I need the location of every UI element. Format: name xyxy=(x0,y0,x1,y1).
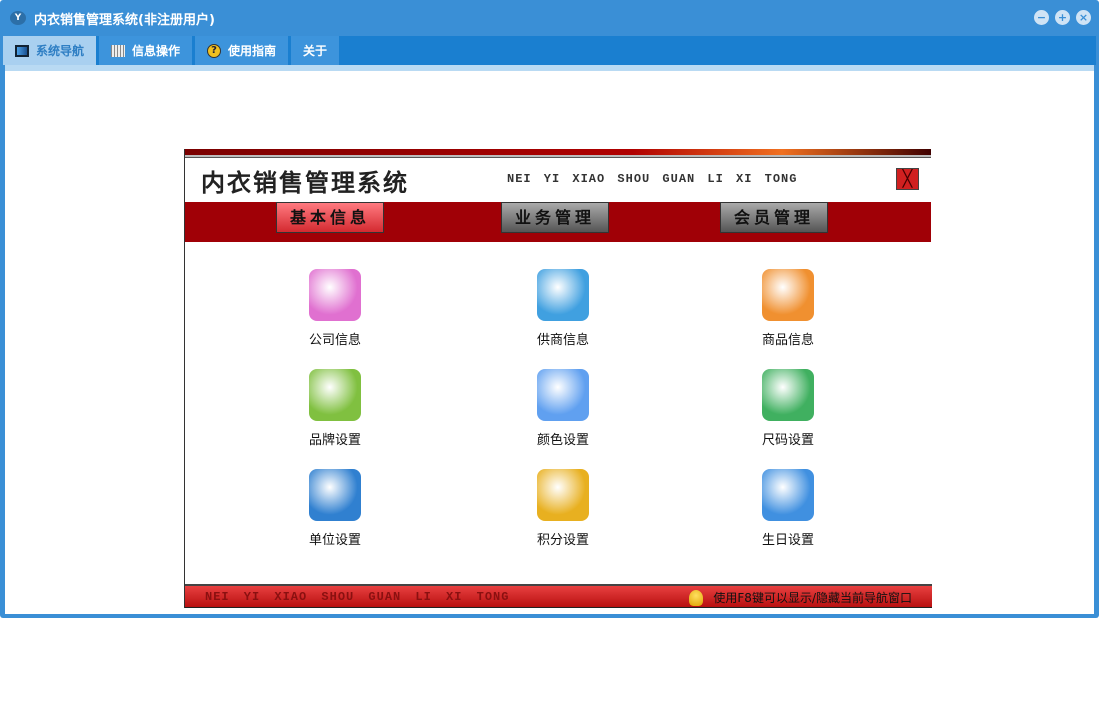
folder-icon xyxy=(762,369,814,421)
nav-item[interactable]: 单位设置 xyxy=(275,469,395,548)
minimize-button[interactable]: − xyxy=(1034,10,1049,25)
tab-label: 信息操作 xyxy=(132,44,181,58)
nav-item[interactable]: 颜色设置 xyxy=(503,369,623,448)
nav-item[interactable]: 生日设置 xyxy=(728,469,848,548)
panel-pinyin: NEI YI XIAO SHOU GUAN LI XI TONG xyxy=(507,172,798,186)
menu-basic-info[interactable]: 基本信息 xyxy=(276,202,384,233)
nav-item[interactable]: 供商信息 xyxy=(503,269,623,348)
nav-item-label: 供商信息 xyxy=(536,333,589,348)
nav-item-label: 品牌设置 xyxy=(308,433,361,448)
tab-info-ops[interactable]: 信息操作 xyxy=(99,36,193,65)
close-button[interactable]: × xyxy=(1076,10,1091,25)
app-logo-icon: Y xyxy=(10,11,26,25)
tab-about[interactable]: 关于 xyxy=(291,36,340,65)
nav-item-label: 商品信息 xyxy=(761,333,814,348)
nav-item-label: 尺码设置 xyxy=(761,433,814,448)
cards-icon xyxy=(537,469,589,521)
nav-item[interactable]: 品牌设置 xyxy=(275,369,395,448)
panel-close-button[interactable]: ╳ xyxy=(896,168,919,190)
nav-item[interactable]: 商品信息 xyxy=(728,269,848,348)
bell-icon xyxy=(762,469,814,521)
footer-bar: NEI YI XIAO SHOU GUAN LI XI TONG 使用F8键可以… xyxy=(185,584,932,608)
globe-pen-icon xyxy=(309,469,361,521)
tab-system-nav[interactable]: 系统导航 xyxy=(3,36,97,65)
tab-label: 使用指南 xyxy=(228,44,277,58)
tab-label: 关于 xyxy=(303,44,328,58)
window-title: 内衣销售管理系统(非注册用户) xyxy=(34,12,215,28)
panel-title: 内衣销售管理系统 xyxy=(201,167,409,197)
book-icon xyxy=(309,369,361,421)
tab-user-guide[interactable]: ? 使用指南 xyxy=(195,36,289,65)
navigation-panel: 内衣销售管理系统 NEI YI XIAO SHOU GUAN LI XI TON… xyxy=(184,149,932,608)
tab-label: 系统导航 xyxy=(36,44,85,58)
nav-item-label: 公司信息 xyxy=(308,333,361,348)
grid-icon xyxy=(111,44,126,57)
tab-bar: 系统导航 信息操作 ? 使用指南 关于 xyxy=(3,36,1096,65)
monitor-icon xyxy=(15,44,29,57)
lightbulb-icon xyxy=(689,589,704,606)
nav-item[interactable]: 尺码设置 xyxy=(728,369,848,448)
menu-members[interactable]: 会员管理 xyxy=(720,202,828,233)
boxes-icon xyxy=(762,269,814,321)
nav-item-label: 生日设置 xyxy=(761,533,814,548)
nav-item[interactable]: 积分设置 xyxy=(503,469,623,548)
nav-item-label: 积分设置 xyxy=(536,533,589,548)
maximize-button[interactable]: + xyxy=(1055,10,1070,25)
title-bar: Y 内衣销售管理系统(非注册用户) xyxy=(0,0,1099,36)
nav-item-label: 颜色设置 xyxy=(536,433,589,448)
building-icon xyxy=(309,269,361,321)
rainbow-icon xyxy=(537,269,589,321)
menu-bar: 基本信息 业务管理 会员管理 xyxy=(185,202,931,242)
footer-pinyin: NEI YI XIAO SHOU GUAN LI XI TONG xyxy=(205,590,510,604)
nav-item-label: 单位设置 xyxy=(308,533,361,548)
footer-tip: 使用F8键可以显示/隐藏当前导航窗口 xyxy=(713,591,912,605)
menu-business[interactable]: 业务管理 xyxy=(501,202,609,233)
nav-item[interactable]: 公司信息 xyxy=(275,269,395,348)
help-icon: ? xyxy=(207,43,222,58)
butterfly-icon xyxy=(537,369,589,421)
